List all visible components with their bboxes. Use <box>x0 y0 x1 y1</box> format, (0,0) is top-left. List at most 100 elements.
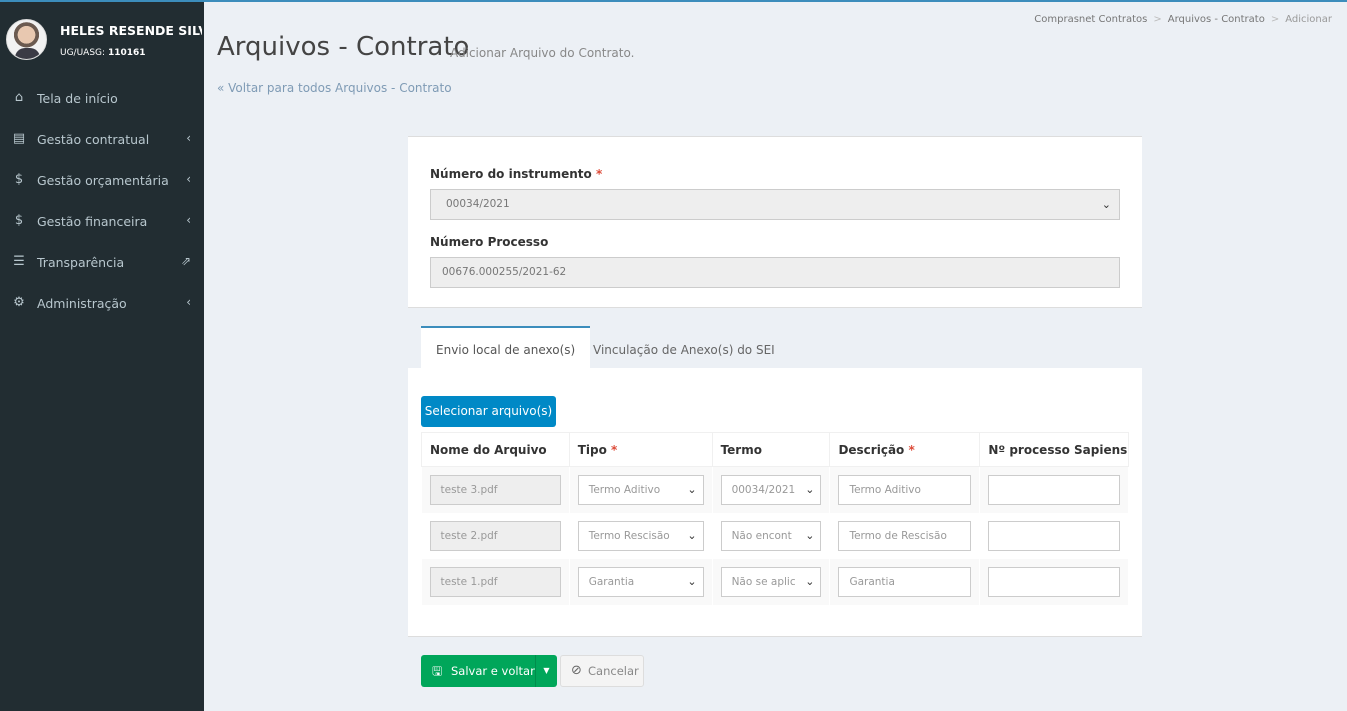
user-name: HELES RESENDE SILVA... <box>60 23 202 38</box>
tab-vinculacao-sei[interactable]: Vinculação de Anexo(s) do SEI <box>578 328 790 370</box>
gears-icon: ⚙ <box>13 295 25 310</box>
chevron-down-icon: ⌄ <box>685 567 697 596</box>
cell-sapiens <box>979 558 1129 605</box>
ban-icon: ⊘ <box>571 663 582 678</box>
chevron-down-icon: ⌄ <box>685 521 697 550</box>
cell-termo: 00034/2021 ⌄ <box>712 466 831 513</box>
sidebar-item-tela-de-inicio[interactable]: ⌂ Tela de início <box>0 78 204 119</box>
tab-envio-local[interactable]: Envio local de anexo(s) <box>421 326 591 368</box>
sidebar-item-label: Gestão financeira <box>37 214 148 229</box>
instrumento-select-value: 00034/2021 <box>446 198 510 210</box>
floppy-disk-icon: 🖫 <box>432 664 443 678</box>
descricao-input[interactable]: Termo Aditivo <box>838 474 972 505</box>
file-name-field[interactable]: teste 2.pdf <box>429 520 561 551</box>
col-header-tipo: Tipo * <box>568 432 713 467</box>
sidebar-item-label: Gestão contratual <box>37 132 150 147</box>
required-mark: * <box>611 442 618 457</box>
chevron-down-icon: ⌄ <box>803 475 815 504</box>
sidebar-item-gestao-orcamentaria[interactable]: $ Gestão orçamentária ‹ <box>0 160 204 201</box>
descricao-input[interactable]: Termo de Rescisão <box>838 520 972 551</box>
tipo-select-value: Garantia <box>588 575 635 588</box>
sapiens-input[interactable] <box>988 520 1120 551</box>
select-files-button[interactable]: Selecionar arquivo(s) <box>421 396 556 427</box>
instrumento-label: Número do instrumento * <box>430 167 602 181</box>
cell-tipo: Termo Rescisão ⌄ <box>569 512 713 559</box>
termo-select[interactable]: Não se aplic ⌄ <box>720 566 822 597</box>
sidebar-menu: ⌂ Tela de início ▤ Gestão contratual ‹ $… <box>0 78 204 324</box>
termo-select-value: 00034/2021 <box>731 483 796 496</box>
breadcrumb-item-comprasnet[interactable]: Comprasnet Contratos <box>1034 14 1147 25</box>
cell-nome: teste 2.pdf <box>421 512 570 559</box>
col-header-descricao: Descrição * <box>829 432 981 467</box>
col-header-termo-text: Termo <box>720 442 762 457</box>
dollar-icon: $ <box>14 213 24 228</box>
uasg-value: 110161 <box>107 48 146 58</box>
sidebar-item-label: Gestão orçamentária <box>37 173 169 188</box>
sidebar-item-transparencia[interactable]: ☰ Transparência ⇗ <box>0 242 204 283</box>
chevron-left-icon: ‹ <box>186 131 191 145</box>
processo-label: Número Processo <box>430 235 549 249</box>
user-panel: HELES RESENDE SILVA... UG/UASG: 110161 <box>0 2 204 78</box>
files-box: Selecionar arquivo(s) Nome do Arquivo Ti… <box>408 368 1142 637</box>
chevron-down-icon: ⌄ <box>803 521 815 550</box>
sidebar: HELES RESENDE SILVA... UG/UASG: 110161 ⌂… <box>0 2 204 711</box>
descricao-input[interactable]: Garantia <box>838 566 972 597</box>
termo-select[interactable]: 00034/2021 ⌄ <box>720 474 822 505</box>
cancel-button[interactable]: ⊘ Cancelar <box>560 655 644 687</box>
save-and-back-button[interactable]: 🖫 Salvar e voltar <box>421 655 535 687</box>
termo-select-value: Não se aplic <box>731 575 796 588</box>
sapiens-input[interactable] <box>988 566 1120 597</box>
sidebar-item-label: Tela de início <box>37 91 118 106</box>
breadcrumb-separator: > <box>1270 14 1280 25</box>
files-table: Nome do Arquivo Tipo * Termo Descrição *… <box>421 432 1129 605</box>
cell-descricao: Termo de Rescisão <box>829 512 981 559</box>
cell-nome: teste 1.pdf <box>421 558 570 605</box>
table-row: teste 3.pdf Termo Aditivo ⌄ 00034/2021 ⌄ T… <box>421 466 1129 513</box>
termo-select[interactable]: Não encont ⌄ <box>720 520 822 551</box>
instrumento-select[interactable]: 00034/2021 ⌄ <box>430 189 1120 220</box>
col-header-sapiens-text: Nº processo Sapiens <box>988 442 1128 457</box>
tipo-select[interactable]: Garantia ⌄ <box>577 566 704 597</box>
user-uasg: UG/UASG: 110161 <box>60 48 146 58</box>
cell-tipo: Garantia ⌄ <box>569 558 713 605</box>
cancel-button-label: Cancelar <box>588 664 639 678</box>
content-area: Comprasnet Contratos > Arquivos - Contrato… <box>204 2 1347 711</box>
sapiens-input[interactable] <box>988 474 1120 505</box>
cell-termo: Não se aplic ⌄ <box>712 558 831 605</box>
back-link[interactable]: « Voltar para todos Arquivos - Contrato <box>217 81 452 95</box>
external-link-icon: ⇗ <box>180 254 191 268</box>
col-header-nome: Nome do Arquivo <box>421 432 570 467</box>
file-name-field[interactable]: teste 1.pdf <box>429 566 561 597</box>
sidebar-item-gestao-financeira[interactable]: $ Gestão financeira ‹ <box>0 201 204 242</box>
breadcrumb: Comprasnet Contratos > Arquivos - Contrato… <box>1034 14 1332 25</box>
processo-field[interactable]: 00676.000255/2021-62 <box>430 257 1120 288</box>
required-mark: * <box>595 167 603 181</box>
tipo-select[interactable]: Termo Aditivo ⌄ <box>577 474 704 505</box>
cell-sapiens <box>979 466 1129 513</box>
list-icon: ☰ <box>13 254 25 269</box>
chevron-down-icon: ⌄ <box>685 475 697 504</box>
file-name-field[interactable]: teste 3.pdf <box>429 474 561 505</box>
table-row: teste 1.pdf Garantia ⌄ Não se aplic ⌄ Gara… <box>421 558 1129 605</box>
page-subtitle: Adicionar Arquivo do Contrato. <box>450 46 635 60</box>
uasg-label: UG/UASG: <box>60 48 106 58</box>
cell-tipo: Termo Aditivo ⌄ <box>569 466 713 513</box>
breadcrumb-item-arquivos[interactable]: Arquivos - Contrato <box>1168 14 1265 25</box>
sidebar-item-gestao-contratual[interactable]: ▤ Gestão contratual ‹ <box>0 119 204 160</box>
caret-down-icon: ▼ <box>543 666 550 675</box>
cell-descricao: Termo Aditivo <box>829 466 981 513</box>
tipo-select[interactable]: Termo Rescisão ⌄ <box>577 520 704 551</box>
save-options-dropdown[interactable]: ▼ <box>535 655 557 687</box>
file-icon: ▤ <box>12 131 26 146</box>
cell-descricao: Garantia <box>829 558 981 605</box>
col-header-nome-text: Nome do Arquivo <box>430 442 547 457</box>
cell-sapiens <box>979 512 1129 559</box>
sidebar-item-label: Transparência <box>37 255 125 270</box>
required-mark: * <box>908 442 915 457</box>
save-button-label: Salvar e voltar <box>451 664 535 678</box>
cell-nome: teste 3.pdf <box>421 466 570 513</box>
cell-termo: Não encont ⌄ <box>712 512 831 559</box>
home-icon: ⌂ <box>14 90 24 105</box>
sidebar-item-administracao[interactable]: ⚙ Administração ‹ <box>0 283 204 324</box>
avatar[interactable] <box>6 19 47 60</box>
